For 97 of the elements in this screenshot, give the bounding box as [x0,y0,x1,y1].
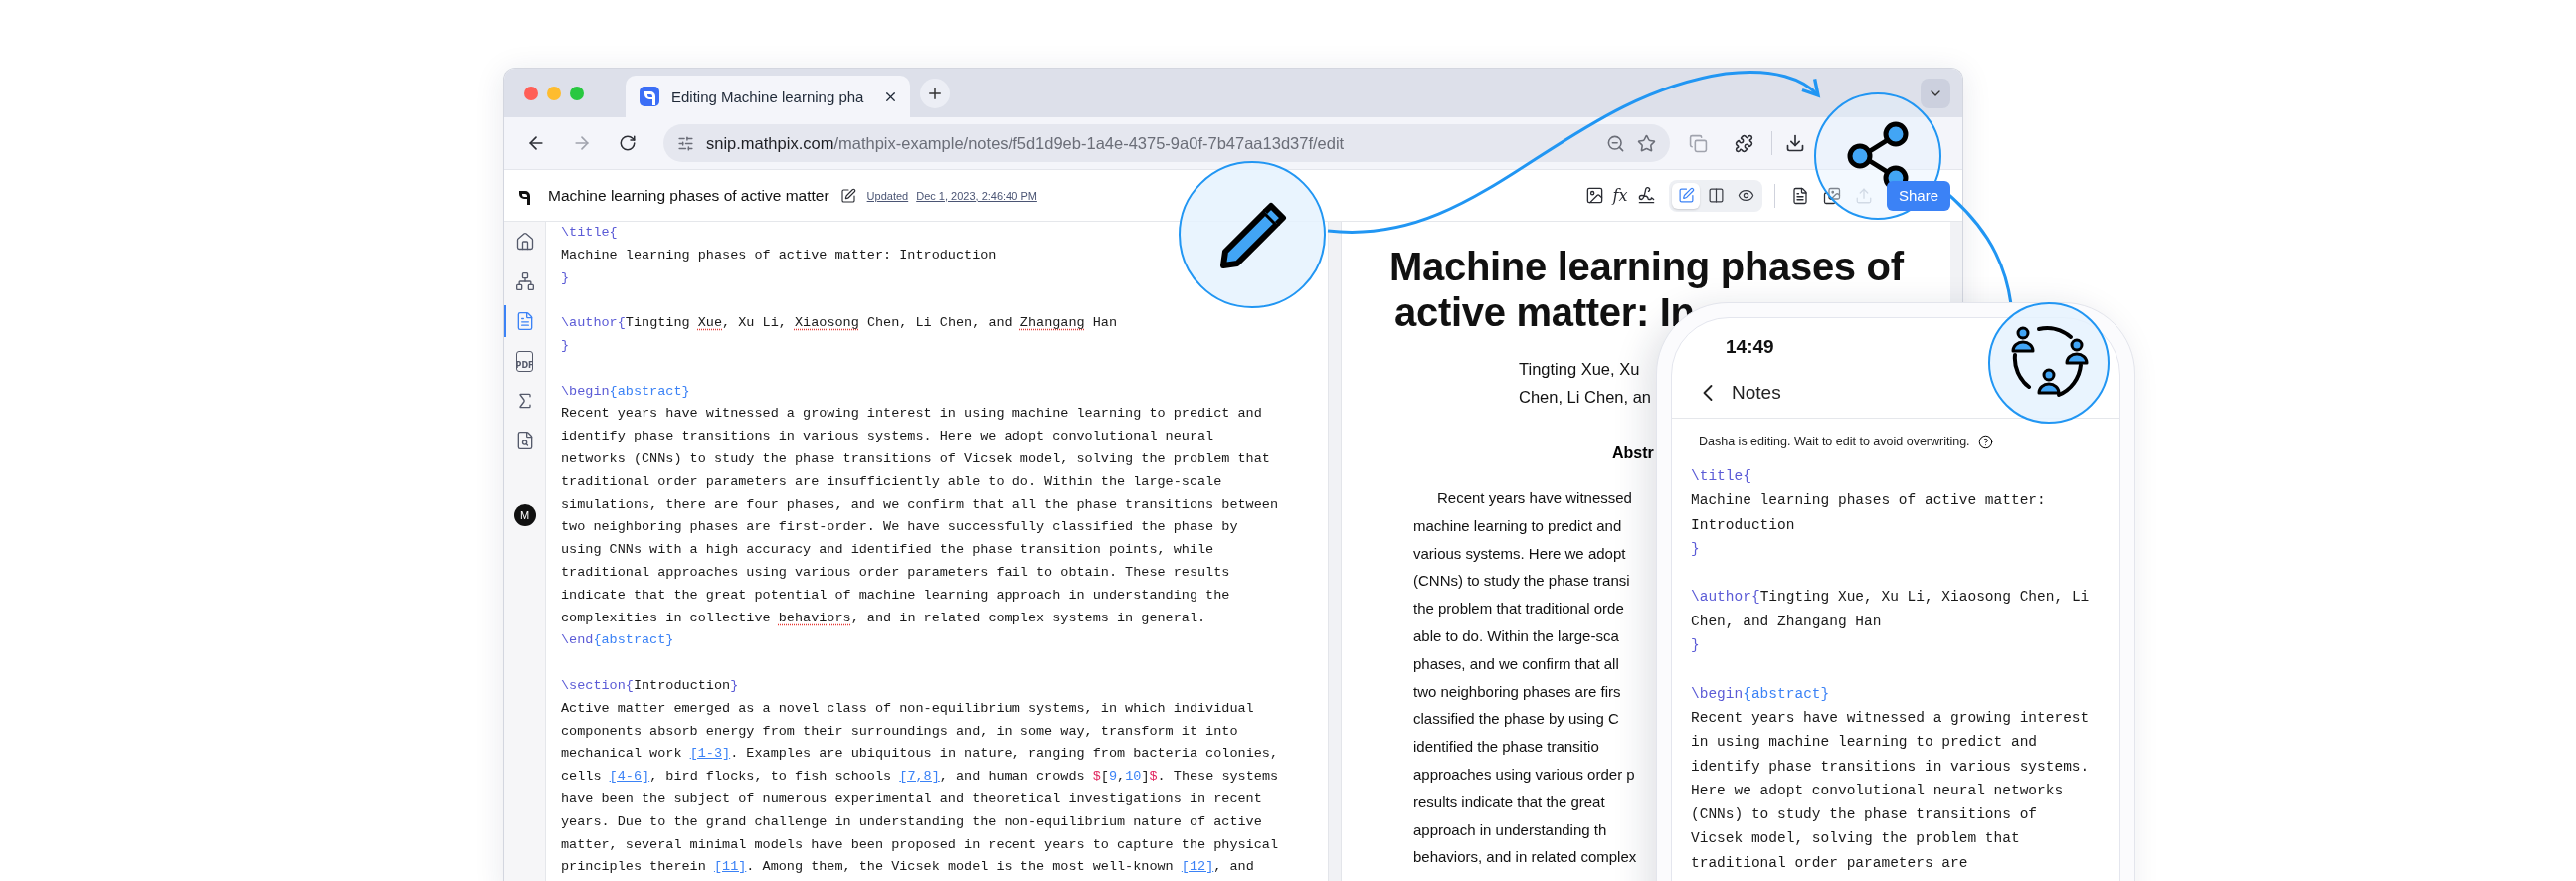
code-line: \section{Introduction} [561,676,739,695]
download-icon [1785,133,1805,153]
code-line: simulations, there are four phases, and we confirm that all the phase transitions between [561,495,1279,514]
code-line: complexities in collective behaviors, and in related complex systems in general. [561,609,1206,627]
citation-link[interactable]: [12] [1181,859,1214,875]
user-avatar[interactable]: M [513,504,536,526]
code-line: mechanical work [1-3]. Examples are ubiquitous in nature, ranging from bacteria colonies, [561,745,1279,764]
citation-link[interactable]: [7,8] [899,769,940,785]
home-icon [514,232,535,252]
code-line: traditional order parameters are [1691,853,1968,873]
code-line: traditional approaches using various order parameters fail to obtain. These results [561,563,1230,582]
code-line: \begin{abstract} [561,382,690,401]
hierarchy-icon [514,271,535,291]
code-line: identify phase transitions in various systems. Here we adopt convolutional neural [561,428,1214,446]
document-title: Machine learning phases of active matter [548,186,829,205]
citation-link[interactable]: [1-3] [689,746,731,762]
browser-tab[interactable]: Editing Machine learning pha [626,76,910,117]
abstract-text: classified the phase by using C [1413,709,1619,730]
abstract-text: identified the phase transitio [1413,737,1599,758]
code-line: using CNNs with a high accuracy and identified the phase transition points, while [561,541,1214,560]
abstract-text: the problem that traditional orde [1413,599,1624,619]
help-icon[interactable] [1977,434,1993,449]
abstract-text: Recent years have witnessed [1437,488,1632,508]
citation-link[interactable]: [11] [713,859,747,875]
code-line: Here we adopt convolutional neural networks [1691,781,2064,800]
code-line: components absorb energy from their surroundings and, in some way, transform it into [561,722,1238,741]
upload-icon [1855,186,1873,205]
code-line: years. Due to the grand challenge in understanding the non-equilibrium nature of active [561,812,1262,831]
code-line: indicate that the great potential of machine learning approach in understanding the [561,586,1230,605]
preview-title: Machine learning phases of [1389,244,1904,289]
columns-icon [1707,187,1725,204]
reload-icon [619,134,637,152]
code-line: identify phase transitions in various systems. [1691,757,2090,777]
code-line: Chen, and Zhangang Han [1691,612,1882,631]
address-field[interactable]: snip.mathpix.com/mathpix-example/notes/f5d1d9eb-1a4e-4375-9a0f-7b47aa13d37f/edit [663,124,1670,162]
updated-link[interactable]: Updated [866,189,909,202]
bookmark-star-icon[interactable] [1637,133,1656,153]
editing-notice: Dasha is editing. Wait to edit to avoid overwriting. [1699,434,1970,450]
preview-authors: Tingting Xue, Xu [1519,359,1640,380]
preview-authors: Chen, Li Chen, an [1519,387,1651,408]
code-line: Introduction [1691,515,1795,535]
abstract-text: approaches using various order p [1413,764,1635,785]
copy-icon [1688,133,1708,153]
code-line: have been the subject of numerous experimental and theoretical investigations in recent [561,790,1262,808]
abstract-text: phases, and we confirm that all [1413,653,1619,674]
status-time: 14:49 [1726,335,1774,359]
code-line: Active matter emerged as a novel class of non-equilibrium systems, in which individual [561,699,1254,718]
abstract-text: behaviors, and in related complex [1413,847,1637,868]
code-line: } [1691,636,1700,656]
abstract-text: two neighboring phases are firs [1413,681,1621,702]
code-line: in using machine learning to predict and [1691,733,2038,753]
app-logo-icon [640,87,659,106]
code-line: networks (CNNs) to study the phase transitions of Vicsek model, solving the problem that [561,449,1270,468]
code-line: \title{ [1691,467,1751,486]
signature-icon [1636,186,1656,205]
abstract-text: results indicate that the great [1413,792,1605,812]
code-line: \title{ [561,224,618,242]
code-line: \author{Tingting Xue, Xu Li, Xiaosong Chen, Li Chen, and Zhangang Han [561,314,1118,333]
abstract-text: approach in understanding th [1413,819,1607,840]
code-line: } [1691,539,1700,559]
code-line: cells [4-6], bird flocks, to fish schools [7,8], and human crowds $[9,10]$. These systems [561,768,1279,787]
document-icon [1791,186,1809,205]
back-button[interactable]: Notes [1694,379,1781,407]
code-line: (CNNs) to study the phase transitions of [1691,805,2038,825]
tab-list-button[interactable] [1921,78,1950,108]
formula-button[interactable]: fx [1607,181,1633,210]
code-line: \end{abstract} [561,631,674,650]
share-button[interactable]: Share [1887,180,1950,211]
abstract-text: (CNNs) to study the phase transi [1413,571,1630,592]
code-line: Recent years have witnessed a growing interest in using machine learning to predict and [561,405,1262,424]
updated-date-link[interactable]: Dec 1, 2023, 2:46:40 PM [916,189,1037,202]
zoom-icon[interactable] [1606,133,1625,153]
code-line: } [561,337,570,355]
edit-icon [839,187,856,204]
abstract-text: various systems. Here we adopt [1413,543,1626,564]
eye-icon [1737,187,1754,204]
puzzle-icon [1734,133,1753,153]
abstract-text: machine learning to predict and [1413,515,1622,536]
abstract-text: able to do. Within the large-sca [1413,626,1619,646]
code-line: two neighboring phases are first-order. We have successfully classified the phase by [561,518,1238,537]
code-line: Vicsek model, solving the problem that [1691,829,2020,849]
code-line: principles therein [11]. Among them, the Vicsek model is the most well-known [12], and [561,858,1254,877]
code-line: Recent years have witnessed a growing interest [1691,708,2090,728]
abstract-heading: Abstr [1612,443,1654,463]
code-line: Machine learning phases of active matter: Introduction [561,246,997,264]
code-line: \begin{abstract} [1691,684,1830,704]
code-line: matter, several minimal models have been proposed in recent years to capture the physical [561,835,1279,854]
new-tab-button[interactable] [920,78,950,108]
edit-icon [1677,187,1695,204]
image-icon [1584,186,1604,205]
citation-link[interactable]: [4-6] [609,769,650,785]
code-line: Machine learning phases of active matter: [1691,491,2046,511]
code-line: traditional order parameters are insufficiently able to do. Within the large-scale [561,472,1222,491]
site-settings-icon[interactable] [677,134,694,152]
images-icon [1823,186,1841,205]
code-line: \author{Tingting Xue, Xu Li, Xiaosong Chen, Li [1691,588,2090,608]
code-line: } [561,268,570,287]
